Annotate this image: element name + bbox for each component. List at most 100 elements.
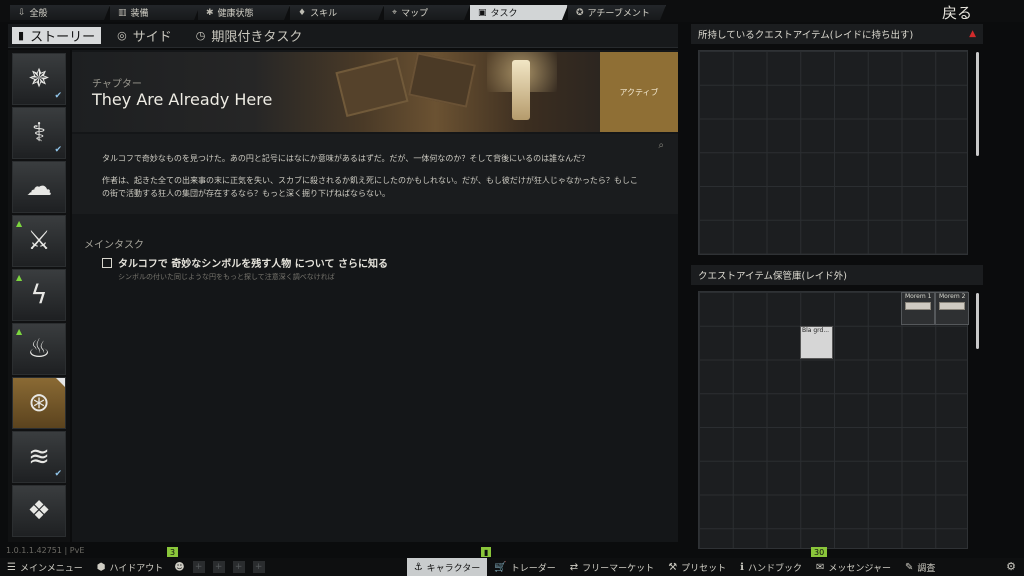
quest-stash-grid[interactable] bbox=[698, 291, 968, 549]
target-icon: ◎ bbox=[117, 29, 127, 42]
warning-icon: ▲ bbox=[16, 273, 23, 282]
therapist-icon: ⚕ bbox=[31, 118, 47, 148]
character-button[interactable]: ⚓ キャラクター bbox=[406, 558, 488, 576]
zoom-icon[interactable]: ⌕ bbox=[658, 140, 664, 151]
trader-story[interactable]: ⊛ bbox=[12, 377, 66, 429]
task-objective: タルコフで 奇妙なシンボルを残す人物 について さらに知る bbox=[102, 255, 388, 270]
check-icon: ✔ bbox=[54, 145, 62, 155]
inventory-header: 所持しているクエストアイテム(レイドに持ち出す) ▲ bbox=[691, 24, 983, 44]
person-arrow-icon: ⇩ bbox=[18, 7, 26, 18]
prapor-icon: ✵ bbox=[28, 64, 50, 94]
back-button[interactable]: 戻る bbox=[942, 2, 972, 23]
clock-icon: ◷ bbox=[195, 29, 206, 42]
flea-market-button[interactable]: ⇄ フリーマーケット bbox=[563, 558, 661, 576]
version-text: 1.0.1.1.42751 | PvE bbox=[6, 546, 85, 555]
avatar-icon[interactable]: ☻ bbox=[174, 562, 184, 573]
presets-button[interactable]: ⚒ プリセット bbox=[661, 558, 733, 576]
quest-panel: チャプター They Are Already Here アクティブ ⌕ タルコフ… bbox=[72, 50, 678, 542]
handbook-button[interactable]: ℹ ハンドブック bbox=[733, 558, 809, 576]
tab-general[interactable]: ⇩ 全般 bbox=[10, 5, 110, 20]
quest-banner: チャプター They Are Already Here アクティブ bbox=[72, 52, 678, 132]
survey-button[interactable]: ✎ 調査 bbox=[898, 558, 942, 576]
trader-mechanic[interactable]: ♨ ▲ bbox=[12, 323, 66, 375]
jaeger-icon: ❖ bbox=[27, 496, 51, 526]
description-paragraph: 作者は、起きた全ての出来事の末に正気を失い、スカブに殺されるか飢え死にしたのかも… bbox=[102, 176, 638, 198]
candle-image bbox=[512, 60, 530, 120]
main-menu-button[interactable]: ☰ メインメニュー bbox=[0, 558, 90, 576]
quest-inventory-grid[interactable] bbox=[698, 50, 968, 255]
main-task-heading: メインタスク bbox=[84, 240, 144, 251]
objective-hint: シンボルの付いた同じような円をもっと探して注意深く調べなければ bbox=[118, 273, 335, 281]
inventory-title: 所持しているクエストアイテム(レイドに持ち出す) bbox=[698, 30, 914, 41]
tab-skills[interactable]: ♦ スキル bbox=[290, 5, 384, 20]
cassette-item[interactable]: Morem 1 bbox=[901, 292, 935, 325]
cassette-icon bbox=[939, 302, 965, 310]
tab-tasks[interactable]: ▣ タスク bbox=[470, 5, 568, 20]
stash-header: クエストアイテム保管庫(レイド外) bbox=[691, 265, 983, 285]
top-navigation: ⇩ 全般 ▥ 装備 ✱ 健康状態 ♦ スキル ⌖ マップ ▣ タスク ✪ アチーブメント 戻る bbox=[0, 0, 1024, 22]
quickslot[interactable]: + bbox=[192, 561, 205, 573]
skill-icon: ♦ bbox=[298, 7, 307, 18]
achievement-icon: ✪ bbox=[576, 7, 584, 18]
peacekeeper-icon: ϟ bbox=[30, 280, 48, 310]
traders-button[interactable]: 🛒 トレーダー bbox=[487, 558, 562, 576]
chapter-label: チャプター bbox=[92, 79, 142, 90]
handbook-badge: 30 bbox=[811, 547, 828, 557]
status-badge: アクティブ bbox=[600, 52, 678, 132]
inventory-scrollbar[interactable] bbox=[976, 52, 979, 156]
quest-title: They Are Already Here bbox=[92, 90, 273, 109]
trader-therapist[interactable]: ⚕ ✔ bbox=[12, 107, 66, 159]
tab-gear[interactable]: ▥ 装備 bbox=[110, 5, 200, 20]
selected-corner-icon bbox=[56, 378, 65, 387]
tab-timed-tasks[interactable]: ◷ 期限付きタスク bbox=[184, 24, 315, 47]
character-badge: ▮ bbox=[481, 547, 492, 557]
trader-ragman[interactable]: ≋ ✔ bbox=[12, 431, 66, 483]
paper-item[interactable]: Bla grd... bbox=[800, 326, 833, 359]
warning-icon: ▲ bbox=[16, 327, 23, 336]
task-category-tabs: ▮ ストーリー ◎ サイド ◷ 期限付きタスク bbox=[8, 24, 678, 48]
hideout-button[interactable]: ⬢ ハイドアウト bbox=[90, 558, 171, 576]
settings-icon[interactable]: ⚙ bbox=[1006, 560, 1016, 573]
trader-jaeger[interactable]: ❖ bbox=[12, 485, 66, 537]
trader-fence[interactable]: ☁ bbox=[12, 161, 66, 213]
tab-map[interactable]: ⌖ マップ bbox=[384, 5, 470, 20]
item-label: Morem 1 bbox=[905, 293, 932, 300]
tab-health[interactable]: ✱ 健康状態 bbox=[198, 5, 290, 20]
survey-icon: ✎ bbox=[904, 561, 914, 573]
check-icon: ✔ bbox=[54, 91, 62, 101]
objective-checkbox bbox=[102, 257, 112, 268]
quickslot[interactable]: + bbox=[252, 561, 265, 573]
cassette-icon bbox=[905, 302, 931, 310]
warning-icon: ▲ bbox=[969, 29, 976, 39]
quickslots: ☻ + + + + bbox=[170, 558, 268, 576]
quickslot[interactable]: + bbox=[232, 561, 245, 573]
bottom-menu-bar: ☰ メインメニュー ⬢ ハイドアウト ☻ + + + + ⚓ キャラクター 🛒 トレーダ… bbox=[0, 558, 1024, 576]
trader-peacekeeper[interactable]: ϟ ▲ bbox=[12, 269, 66, 321]
trader-sidebar: ✵ ✔ ⚕ ✔ ☁ ⚔ ▲ ϟ ▲ ♨ ▲ ⊛ ≋ ✔ ❖ bbox=[8, 50, 70, 542]
description-paragraph: タルコフで奇妙なものを見つけた。あの円と記号にはなにか意味があるはずだ。だが、一… bbox=[102, 154, 590, 163]
messenger-button[interactable]: ✉ メッセンジャー bbox=[809, 558, 898, 576]
check-icon: ✔ bbox=[54, 469, 62, 479]
hideout-badge: 3 bbox=[167, 547, 179, 557]
health-icon: ✱ bbox=[206, 7, 214, 18]
trader-prapor[interactable]: ✵ ✔ bbox=[12, 53, 66, 105]
banner-artwork bbox=[335, 56, 409, 118]
tab-side[interactable]: ◎ サイド bbox=[105, 24, 184, 47]
message-icon: ✉ bbox=[816, 561, 825, 573]
stash-scrollbar[interactable] bbox=[976, 293, 979, 349]
item-label: Morem 2 bbox=[939, 293, 966, 300]
item-label: Bla grd... bbox=[802, 327, 830, 334]
trader-skier[interactable]: ⚔ ▲ bbox=[12, 215, 66, 267]
warning-icon: ▲ bbox=[16, 219, 23, 228]
story-icon: ⊛ bbox=[28, 388, 50, 418]
menu-icon: ☰ bbox=[7, 561, 16, 573]
tab-achievements[interactable]: ✪ アチーブメント bbox=[568, 5, 666, 20]
quickslot[interactable]: + bbox=[212, 561, 225, 573]
bookmark-icon: ▮ bbox=[18, 29, 25, 42]
tab-story[interactable]: ▮ ストーリー bbox=[12, 27, 102, 45]
skier-icon: ⚔ bbox=[27, 226, 51, 256]
map-pin-icon: ⌖ bbox=[392, 7, 398, 18]
cart-icon: 🛒 bbox=[494, 561, 507, 573]
fence-icon: ☁ bbox=[26, 172, 52, 202]
cassette-item[interactable]: Morem 2 bbox=[935, 292, 969, 325]
